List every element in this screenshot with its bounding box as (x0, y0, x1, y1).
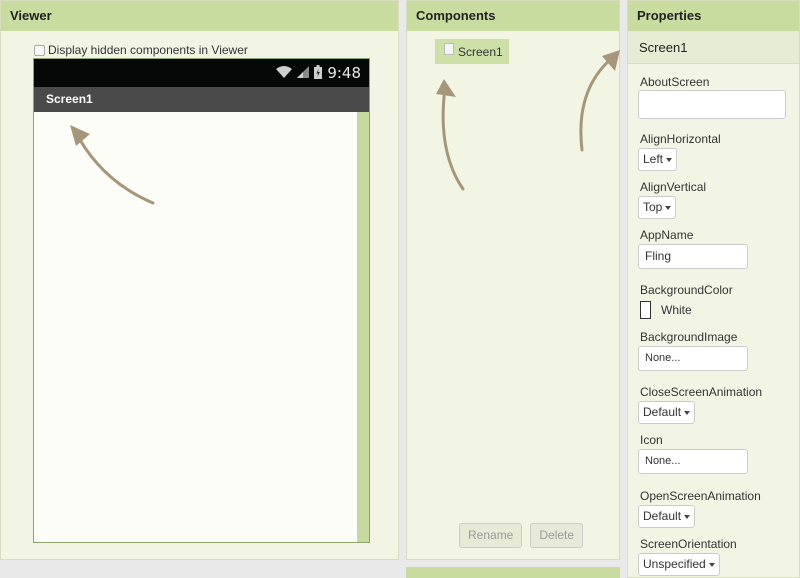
background-color-label: BackgroundColor (640, 283, 733, 297)
screen-orientation-label: ScreenOrientation (640, 537, 737, 551)
icon-picker[interactable]: None... (638, 449, 748, 474)
background-image-picker[interactable]: None... (638, 346, 748, 371)
caret-down-icon (665, 205, 672, 210)
app-name-label: AppName (640, 228, 694, 242)
open-screen-animation-value: Default (643, 509, 682, 523)
rename-button[interactable]: Rename (459, 523, 523, 548)
component-actions: Rename Delete (459, 523, 584, 548)
align-horizontal-value: Left (643, 152, 664, 166)
close-screen-animation-label: CloseScreenAnimation (640, 385, 763, 399)
background-color-value[interactable]: White (661, 303, 692, 317)
palette-footer-bar (406, 567, 620, 578)
background-image-label: BackgroundImage (640, 330, 738, 344)
color-swatch[interactable] (640, 301, 651, 319)
caret-down-icon (684, 514, 691, 519)
align-vertical-label: AlignVertical (640, 180, 707, 194)
screen-orientation-dropdown[interactable]: Unspecified (638, 553, 720, 576)
arrow-annotation-icon (579, 50, 620, 152)
caret-down-icon (666, 157, 673, 162)
align-vertical-value: Top (643, 200, 663, 214)
about-screen-textarea[interactable] (638, 90, 786, 119)
open-screen-animation-dropdown[interactable]: Default (638, 505, 696, 528)
close-screen-animation-dropdown[interactable]: Default (638, 401, 696, 424)
align-horizontal-dropdown[interactable]: Left (638, 148, 678, 171)
align-horizontal-label: AlignHorizontal (640, 132, 721, 146)
app-name-input[interactable]: Fling (638, 244, 748, 269)
viewer-panel: Viewer Display hidden components in View… (0, 0, 399, 560)
selected-component-name: Screen1 (628, 31, 799, 64)
about-screen-label: AboutScreen (640, 75, 710, 89)
arrow-annotation-icon (70, 125, 155, 205)
properties-header: Properties (628, 1, 799, 31)
icon-label: Icon (640, 433, 663, 447)
caret-down-icon (708, 562, 715, 567)
align-vertical-dropdown[interactable]: Top (638, 196, 677, 219)
close-screen-animation-value: Default (643, 405, 682, 419)
delete-button[interactable]: Delete (530, 523, 584, 548)
caret-down-icon (684, 410, 691, 415)
screen-orientation-value: Unspecified (643, 557, 706, 571)
properties-panel: Properties Screen1 AboutScreen AlignHori… (627, 0, 800, 578)
open-screen-animation-label: OpenScreenAnimation (640, 489, 761, 503)
